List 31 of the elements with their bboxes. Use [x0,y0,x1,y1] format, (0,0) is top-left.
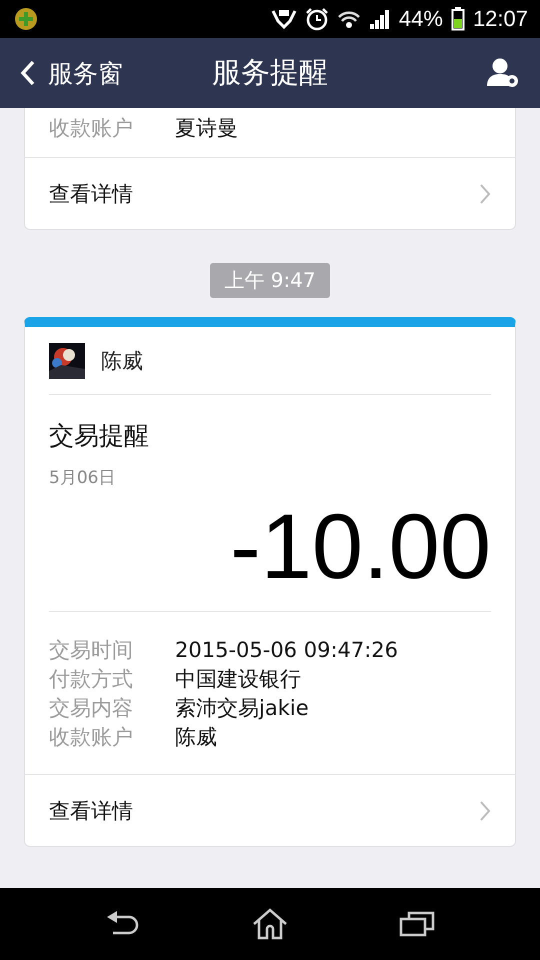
field-value: 陈威 [175,724,217,751]
field-label: 交易时间 [49,637,134,664]
details-link[interactable]: 查看详情 [25,774,515,846]
recent-apps-icon[interactable] [398,909,435,939]
field-value: 2015-05-06 09:47:26 [175,637,398,664]
field-label: 付款方式 [49,666,134,693]
chevron-right-icon [479,800,491,822]
alarm-icon [304,7,329,31]
field-label: 收款账户 [49,115,134,142]
user-settings-icon[interactable] [486,57,520,89]
details-link[interactable]: 查看详情 [25,157,515,229]
battery-icon [450,7,465,31]
back-button[interactable]: 服务窗 [0,56,123,90]
sender-name: 陈威 [101,348,143,374]
field-value: 夏诗曼 [175,115,238,142]
app-notification-icon [14,7,38,31]
chevron-left-icon [20,59,36,87]
field-value: 索沛交易jakie [175,695,309,722]
signal-icon [368,8,391,30]
page-title: 服务提醒 [212,54,328,91]
chevron-right-icon [479,182,491,204]
field-label: 交易内容 [49,695,134,722]
timestamp: 上午 9:47 [210,263,330,298]
notice-title: 交易提醒 [48,420,150,452]
notice-date: 5月06日 [48,467,116,489]
field-label: 收款账户 [49,724,134,751]
field-value: 中国建设银行 [175,666,301,693]
clock-time: 12:07 [472,6,528,32]
amount: -10.00 [230,497,491,597]
home-icon[interactable] [252,908,288,940]
battery-percent: 44% [398,6,443,32]
